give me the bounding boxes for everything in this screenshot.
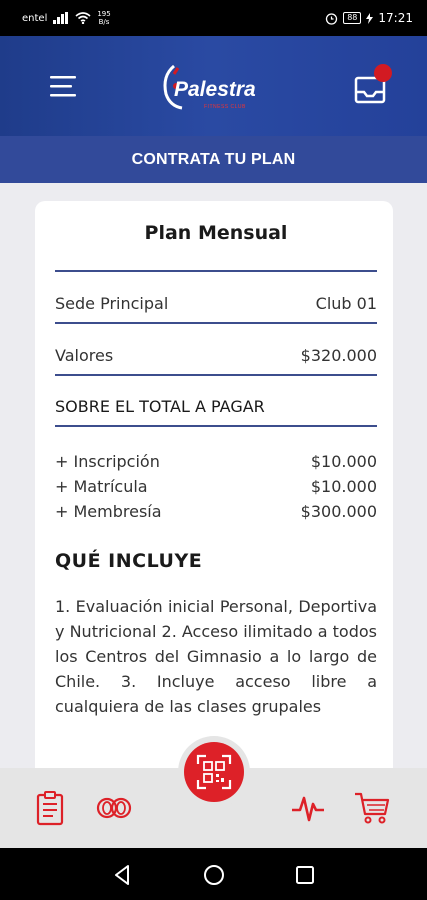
bottom-nav (0, 736, 427, 848)
total-heading: SOBRE EL TOTAL A PAGAR (55, 397, 265, 416)
nav-rings[interactable] (92, 786, 136, 830)
palestra-logo: Palestra FITNESS CLUB (160, 60, 270, 116)
logo-tagline: FITNESS CLUB (204, 104, 246, 110)
battery-level: 88 (343, 12, 362, 24)
price-item-value: $10.000 (310, 452, 377, 471)
divider (55, 374, 377, 376)
divider (55, 322, 377, 324)
back-button[interactable] (110, 862, 136, 888)
page-title: CONTRATA TU PLAN (131, 150, 296, 168)
recents-square-icon (296, 866, 314, 884)
divider (55, 425, 377, 427)
cart-icon (355, 792, 390, 824)
plan-card: Plan Mensual Sede Principal Club 01 Valo… (35, 201, 393, 768)
price-item-matricula: + Matrícula $10.000 (55, 474, 377, 499)
qr-scan-button[interactable] (184, 742, 244, 802)
signal-icon (53, 12, 69, 24)
page-title-bar: CONTRATA TU PLAN (0, 136, 427, 183)
nav-activity[interactable] (286, 786, 330, 830)
nav-clipboard[interactable] (28, 786, 72, 830)
price-item-membresia: + Membresía $300.000 (55, 499, 377, 524)
valores-row: Valores $320.000 (55, 346, 377, 365)
status-left: entel 195 B/s (22, 10, 111, 26)
price-item-value: $10.000 (310, 477, 377, 496)
price-item-label: + Membresía (55, 502, 162, 521)
network-speed: 195 B/s (97, 10, 110, 26)
system-nav-bar (0, 848, 427, 900)
price-item-inscripcion: + Inscripción $10.000 (55, 449, 377, 474)
wifi-icon (75, 12, 91, 24)
sede-value: Club 01 (315, 294, 377, 313)
alarm-icon (326, 12, 338, 25)
menu-button[interactable] (44, 68, 84, 104)
divider (55, 270, 377, 272)
status-bar: entel 195 B/s 88 17:21 (0, 0, 427, 36)
rings-icon (96, 797, 132, 819)
includes-title: QUÉ INCLUYE (55, 550, 203, 572)
charging-icon (366, 12, 374, 24)
home-circle-icon (204, 865, 224, 885)
notification-badge (374, 64, 392, 82)
nav-cart[interactable] (350, 786, 394, 830)
price-item-label: + Matrícula (55, 477, 148, 496)
qr-code-icon (196, 754, 232, 790)
back-triangle-icon (115, 865, 129, 885)
heartbeat-icon (292, 796, 324, 822)
qr-button-ring (178, 736, 250, 808)
plan-title: Plan Mensual (144, 222, 288, 244)
speed-value: 195 (97, 10, 111, 18)
app-header: Palestra FITNESS CLUB (0, 36, 427, 136)
home-button[interactable] (201, 862, 227, 888)
hamburger-icon (50, 76, 76, 97)
inbox-button[interactable] (350, 64, 394, 108)
carrier-name: entel (22, 12, 48, 24)
includes-text: 1. Evaluación inicial Personal, Deportiv… (55, 597, 377, 716)
valores-label: Valores (55, 346, 114, 365)
valores-value: $320.000 (300, 346, 377, 365)
sede-label: Sede Principal (55, 294, 169, 313)
speed-unit: B/s (98, 18, 110, 26)
sede-row: Sede Principal Club 01 (55, 294, 377, 313)
recents-button[interactable] (292, 862, 318, 888)
price-item-value: $300.000 (300, 502, 377, 521)
clipboard-icon (36, 791, 64, 826)
logo-text: Palestra (174, 78, 256, 101)
price-item-label: + Inscripción (55, 452, 160, 471)
main-content[interactable]: Plan Mensual Sede Principal Club 01 Valo… (0, 183, 427, 768)
status-right: 88 17:21 (325, 11, 413, 25)
price-breakdown: + Inscripción $10.000 + Matrícula $10.00… (55, 449, 377, 524)
clock: 17:21 (378, 11, 413, 25)
